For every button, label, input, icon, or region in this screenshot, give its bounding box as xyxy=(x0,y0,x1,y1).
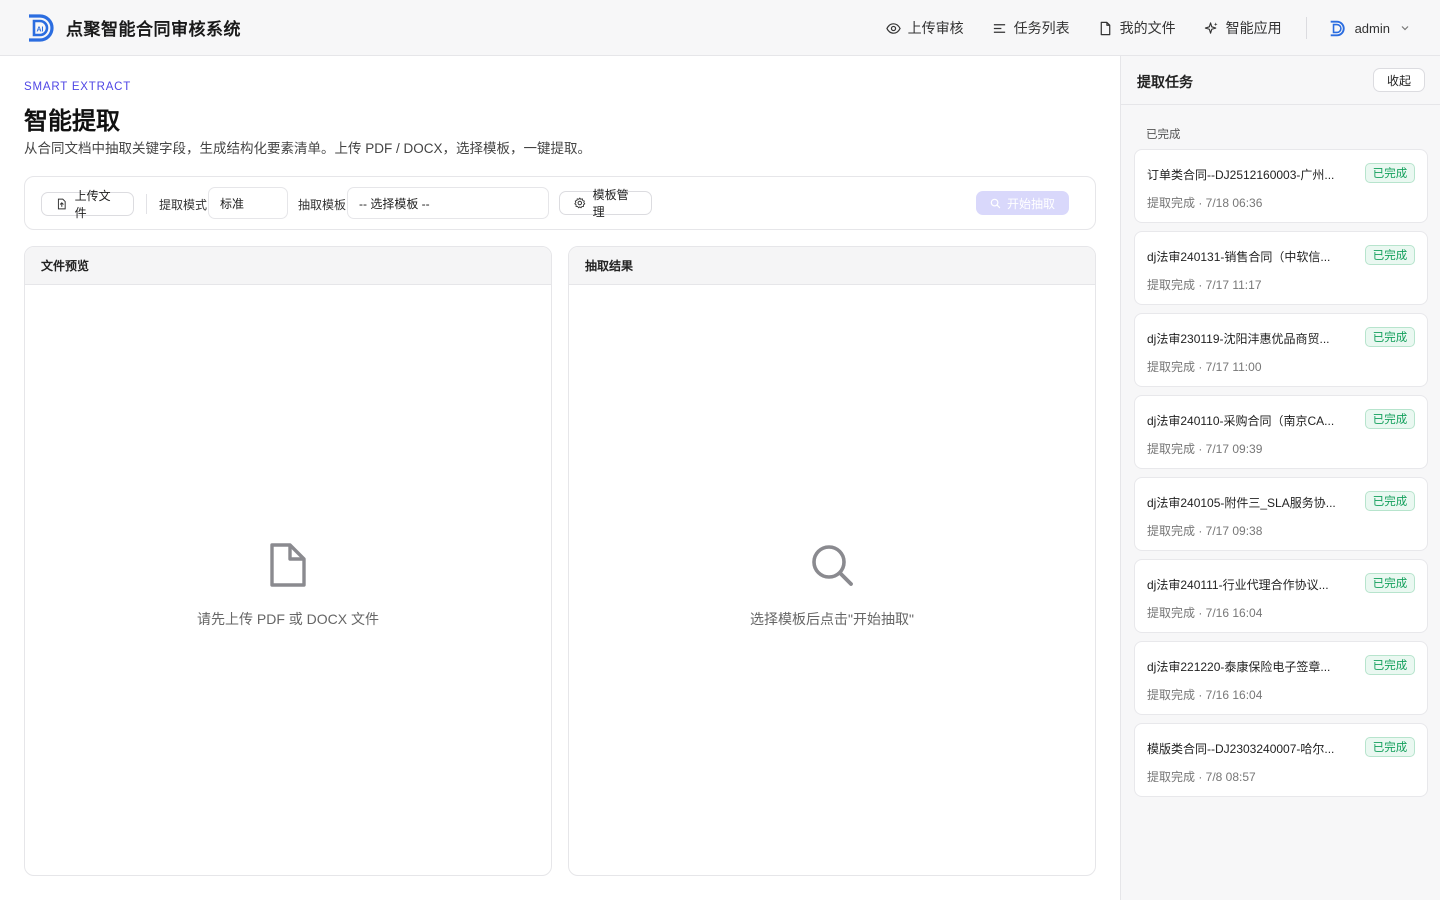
task-item[interactable]: dj法审240111-行业代理合作协议... 提取完成 · 7/16 16:04… xyxy=(1134,559,1428,633)
task-item[interactable]: dj法审240105-附件三_SLA服务协... 提取完成 · 7/17 09:… xyxy=(1134,477,1428,551)
task-meta: 提取完成 · 7/17 11:17 xyxy=(1147,278,1262,292)
upload-file-label: 上传文件 xyxy=(74,189,111,220)
chevron-down-icon xyxy=(1401,26,1409,31)
file-icon xyxy=(1100,21,1110,35)
task-name: dj法审240111-行业代理合作协议... xyxy=(1147,578,1329,592)
eye-icon xyxy=(885,22,901,34)
sparkle-icon xyxy=(1204,21,1218,34)
upload-icon xyxy=(57,198,66,210)
task-name: dj法审221220-泰康保险电子签章... xyxy=(1147,660,1331,674)
task-item[interactable]: dj法审240131-销售合同（中软信... 提取完成 · 7/17 11:17… xyxy=(1134,231,1428,305)
status-badge: 已完成 xyxy=(1365,409,1415,429)
status-badge: 已完成 xyxy=(1365,327,1415,347)
nav-my-files[interactable]: 我的文件 xyxy=(1098,18,1176,38)
top-bar: AI 点聚智能合同审核系统 上传审核 任务列表 我的文件 智能应用 admin xyxy=(0,0,1440,56)
task-item[interactable]: dj法审221220-泰康保险电子签章... 提取完成 · 7/16 16:04… xyxy=(1134,641,1428,715)
status-badge: 已完成 xyxy=(1365,163,1415,183)
task-item[interactable]: dj法审230119-沈阳沣惠优品商贸... 提取完成 · 7/17 11:00… xyxy=(1134,313,1428,387)
task-item[interactable]: 模版类合同--DJ2303240007-哈尔... 提取完成 · 7/8 08:… xyxy=(1134,723,1428,797)
brand[interactable]: AI 点聚智能合同审核系统 xyxy=(26,13,241,43)
task-group-label: 已完成 xyxy=(1146,129,1181,141)
nav-upload-review[interactable]: 上传审核 xyxy=(885,18,964,38)
task-meta: 提取完成 · 7/17 11:00 xyxy=(1147,360,1262,374)
task-name: dj法审240110-采购合同（南京CA... xyxy=(1147,414,1335,428)
collapse-button[interactable]: 收起 xyxy=(1373,68,1425,92)
status-badge: 已完成 xyxy=(1365,655,1415,675)
mode-label: 提取模式 xyxy=(159,198,208,212)
extract-result-panel: 抽取结果 选择模板后点击"开始抽取" xyxy=(568,246,1096,876)
search-icon xyxy=(812,545,853,586)
status-badge: 已完成 xyxy=(1365,491,1415,511)
template-label: 抽取模板 xyxy=(298,198,347,212)
task-meta: 提取完成 · 7/16 16:04 xyxy=(1147,688,1263,702)
app-title: 点聚智能合同审核系统 xyxy=(66,20,241,39)
document-icon xyxy=(270,543,306,587)
logo-icon: AI xyxy=(29,13,54,42)
task-meta: 提取完成 · 7/16 16:04 xyxy=(1147,606,1263,620)
task-name: dj法审240131-销售合同（中软信... xyxy=(1147,250,1331,264)
task-list: 订单类合同--DJ2512160003-广州... 提取完成 · 7/18 06… xyxy=(1134,149,1428,805)
task-name: 订单类合同--DJ2512160003-广州... xyxy=(1147,168,1335,182)
nav-task-list[interactable]: 任务列表 xyxy=(992,18,1070,38)
upload-file-button[interactable]: 上传文件 xyxy=(41,189,134,220)
status-badge: 已完成 xyxy=(1365,737,1415,757)
status-badge: 已完成 xyxy=(1365,573,1415,593)
svg-text:AI: AI xyxy=(37,26,44,33)
nav-divider xyxy=(1305,17,1307,39)
gear-icon xyxy=(574,197,586,209)
nav-label: 上传审核 xyxy=(907,20,964,36)
extract-result-empty: 选择模板后点击"开始抽取" xyxy=(569,541,1095,629)
search-icon xyxy=(990,198,1001,208)
nav-label: 我的文件 xyxy=(1119,20,1176,36)
page-title: 智能提取 xyxy=(24,108,120,135)
file-preview-empty-text: 请先上传 PDF 或 DOCX 文件 xyxy=(196,611,379,627)
task-meta: 提取完成 · 7/8 08:57 xyxy=(1147,770,1256,784)
avatar xyxy=(1330,20,1345,36)
page-description: 从合同文档中抽取关键字段，生成结构化要素清单。上传 PDF / DOCX，选择模… xyxy=(24,141,592,156)
task-meta: 提取完成 · 7/18 06:36 xyxy=(1147,196,1263,210)
task-name: 模版类合同--DJ2303240007-哈尔... xyxy=(1147,742,1335,756)
list-icon xyxy=(993,23,1005,33)
task-item[interactable]: 订单类合同--DJ2512160003-广州... 提取完成 · 7/18 06… xyxy=(1134,149,1428,223)
file-preview-empty: 请先上传 PDF 或 DOCX 文件 xyxy=(25,541,551,629)
template-manage-button[interactable]: 模板管理 xyxy=(559,188,652,219)
status-badge: 已完成 xyxy=(1365,245,1415,265)
user-name: admin xyxy=(1354,20,1390,36)
top-nav: 上传审核 任务列表 我的文件 智能应用 admin xyxy=(885,0,1410,56)
user-menu[interactable]: admin xyxy=(1329,20,1410,37)
mode-select[interactable]: 标准 xyxy=(208,187,288,219)
task-name: dj法审240105-附件三_SLA服务协... xyxy=(1147,496,1336,510)
nav-label: 任务列表 xyxy=(1013,20,1070,36)
nav-smart-apps[interactable]: 智能应用 xyxy=(1204,18,1282,38)
task-meta: 提取完成 · 7/17 09:38 xyxy=(1147,524,1263,538)
task-sidebar-header: 提取任务 收起 xyxy=(1121,56,1440,105)
extract-result-empty-text: 选择模板后点击"开始抽取" xyxy=(750,611,914,627)
task-sidebar-title: 提取任务 xyxy=(1137,74,1193,90)
task-sidebar: 提取任务 收起 已完成 订单类合同--DJ2512160003-广州... 提取… xyxy=(1120,56,1440,900)
nav-label: 智能应用 xyxy=(1225,20,1282,36)
start-extract-label: 开始抽取 xyxy=(1006,196,1055,211)
task-name: dj法审230119-沈阳沣惠优品商贸... xyxy=(1147,332,1330,346)
toolbar-divider xyxy=(146,194,147,214)
extract-toolbar: 上传文件 提取模式 标准 抽取模板 -- 选择模板 -- 模板管理 开始抽取 xyxy=(24,176,1096,230)
file-preview-header: 文件预览 xyxy=(25,247,551,285)
template-manage-label: 模板管理 xyxy=(592,188,629,219)
extract-result-header: 抽取结果 xyxy=(569,247,1095,285)
page-eyebrow: SMART EXTRACT xyxy=(24,81,132,93)
main-content: SMART EXTRACT 智能提取 从合同文档中抽取关键字段，生成结构化要素清… xyxy=(0,56,1120,900)
task-meta: 提取完成 · 7/17 09:39 xyxy=(1147,442,1263,456)
template-select[interactable]: -- 选择模板 -- xyxy=(347,187,549,219)
task-item[interactable]: dj法审240110-采购合同（南京CA... 提取完成 · 7/17 09:3… xyxy=(1134,395,1428,469)
start-extract-button[interactable]: 开始抽取 xyxy=(976,191,1069,215)
file-preview-panel: 文件预览 请先上传 PDF 或 DOCX 文件 xyxy=(24,246,552,876)
